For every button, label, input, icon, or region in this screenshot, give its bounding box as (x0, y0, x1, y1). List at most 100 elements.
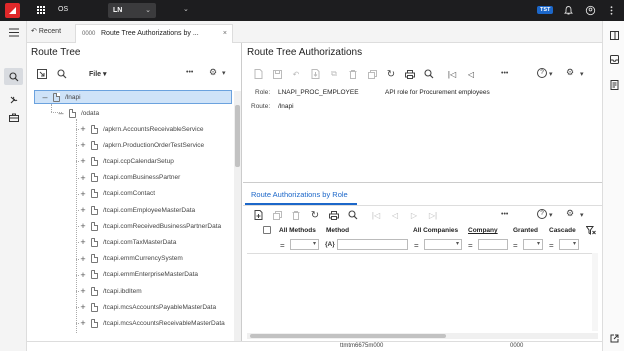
caret-down-icon[interactable]: ▾ (580, 211, 584, 219)
collapse-icon[interactable]: – (40, 92, 50, 102)
collapse-icon[interactable]: – (56, 108, 66, 118)
refresh-icon[interactable]: ↻ (308, 208, 322, 222)
expand-icon[interactable]: + (78, 124, 88, 134)
expand-icon[interactable]: + (78, 189, 88, 199)
bell-icon[interactable] (563, 5, 574, 16)
expand-icon[interactable]: + (78, 173, 88, 183)
column-header-all-methods[interactable]: All Methods (279, 227, 316, 234)
tools-icon[interactable] (7, 93, 20, 106)
tree-node[interactable]: + /tcapi.ccpCalendarSetup (78, 154, 173, 168)
column-header-all-companies[interactable]: All Companies (413, 227, 458, 234)
caret-down-icon[interactable]: ▾ (549, 211, 553, 219)
expand-tree-icon[interactable] (35, 67, 49, 81)
tree-node[interactable]: + /apkrn.ProductionOrderTestService (78, 138, 204, 152)
search-icon[interactable] (346, 208, 360, 222)
more-vertical-icon[interactable] (606, 5, 617, 16)
tree-node[interactable]: + /tcapi.emmCurrencySystem (78, 252, 182, 266)
close-icon[interactable]: × (223, 30, 227, 37)
company-filter-input[interactable] (478, 239, 508, 250)
file-menu-button[interactable]: File ▾ (89, 70, 107, 78)
recent-tab[interactable]: ↶ Recent (31, 27, 61, 35)
tree-node[interactable]: + /tcapi.mcsAccountsPayableMasterData (78, 300, 216, 314)
undo-icon[interactable]: ↶ (289, 67, 303, 81)
briefcase-icon[interactable] (7, 111, 20, 124)
scrollbar-thumb[interactable] (235, 105, 240, 167)
caret-down-icon[interactable]: ▾ (580, 70, 584, 78)
column-header-method[interactable]: Method (326, 227, 349, 234)
settings-icon[interactable]: ⚙ (209, 67, 217, 78)
new-row-icon[interactable] (251, 208, 265, 222)
help-icon[interactable]: ? (537, 209, 547, 219)
first-record-icon[interactable]: |◁ (445, 67, 459, 81)
expand-icon[interactable]: + (78, 140, 88, 150)
overflow-menu-icon[interactable]: ••• (186, 69, 193, 76)
tree-node[interactable]: + /tcapi.ibdItem (78, 284, 141, 298)
column-header-granted[interactable]: Granted (513, 227, 538, 234)
search-icon[interactable] (422, 67, 436, 81)
user-profile-icon[interactable] (585, 5, 596, 16)
overflow-menu-icon[interactable]: ••• (501, 211, 508, 218)
company-filter-operator[interactable]: = (468, 241, 473, 250)
tree-node[interactable]: + /tcapi.mcsAccountsReceivableMasterData (78, 316, 224, 330)
last-page-icon[interactable]: ▷| (426, 208, 440, 222)
all-companies-filter-operator[interactable]: = (414, 241, 419, 250)
expand-icon[interactable]: + (78, 221, 88, 231)
os-app-label[interactable]: OS (58, 6, 68, 13)
help-icon[interactable]: ? (537, 68, 547, 78)
caret-down-icon[interactable]: ▾ (549, 70, 553, 78)
delete-icon[interactable] (346, 67, 360, 81)
delete-icon[interactable] (289, 208, 303, 222)
granted-filter-operator[interactable]: = (513, 241, 518, 250)
duplicate-icon[interactable] (270, 208, 284, 222)
previous-record-icon[interactable]: ◁ (464, 67, 478, 81)
expand-icon[interactable]: + (78, 302, 88, 312)
module-switcher-button[interactable]: LN ⌄ (108, 3, 156, 18)
tree-node-odata[interactable]: – /odata (56, 106, 99, 120)
print-icon[interactable] (403, 67, 417, 81)
tree-node[interactable]: + /tcapi.comTaxMasterData (78, 235, 176, 249)
settings-icon[interactable]: ⚙ (566, 208, 574, 219)
expand-icon[interactable]: + (78, 286, 88, 296)
tree-node[interactable]: + /tcapi.emmEnterpriseMasterData (78, 268, 198, 282)
hamburger-menu-icon[interactable] (7, 26, 20, 39)
grid-vertical-scrollbar[interactable] (592, 253, 598, 331)
refresh-icon[interactable]: ↻ (384, 67, 398, 81)
expand-icon[interactable]: + (78, 270, 88, 280)
column-header-company[interactable]: Company (468, 227, 498, 234)
column-header-cascade[interactable]: Cascade (549, 227, 576, 234)
infor-logo[interactable] (5, 3, 20, 18)
inbox-icon[interactable] (608, 53, 621, 66)
external-link-icon[interactable] (608, 332, 621, 345)
select-all-checkbox[interactable] (263, 226, 271, 234)
expand-icon[interactable]: + (78, 205, 88, 215)
search-icon[interactable] (55, 67, 69, 81)
expand-icon[interactable]: + (78, 318, 88, 328)
tab-route-authorizations-by-role[interactable]: Route Authorizations by Role (251, 190, 348, 199)
tree-vertical-scrollbar[interactable] (234, 91, 241, 341)
expand-icon[interactable]: + (78, 156, 88, 166)
caret-down-icon[interactable]: ▾ (222, 69, 226, 77)
duplicate-icon[interactable] (365, 67, 379, 81)
copy-icon[interactable]: ⧉ (327, 67, 341, 81)
app-grid-icon[interactable] (37, 6, 46, 15)
grid-horizontal-scrollbar[interactable] (247, 333, 598, 339)
settings-icon[interactable]: ⚙ (566, 67, 574, 78)
tree-node[interactable]: + /tcapi.comBusinessPartner (78, 171, 180, 185)
clear-filter-icon[interactable] (585, 226, 596, 237)
expand-icon[interactable]: + (78, 237, 88, 247)
print-icon[interactable] (327, 208, 341, 222)
document-list-icon[interactable] (608, 78, 621, 91)
tab-route-tree-authorizations[interactable]: 0000 Route Tree Authorizations by ... × (75, 24, 233, 43)
first-page-icon[interactable]: |◁ (369, 208, 383, 222)
save-icon[interactable] (270, 67, 284, 81)
tree-node[interactable]: + /tcapi.comReceivedBusinessPartnerData (78, 219, 221, 233)
cascade-filter-operator[interactable]: = (549, 241, 554, 250)
next-page-icon[interactable]: ▷ (407, 208, 421, 222)
method-filter-input[interactable] (337, 239, 408, 250)
method-filter-type-icon[interactable]: {A} (325, 241, 335, 248)
granted-filter-dropdown[interactable]: ▾ (523, 239, 543, 250)
expand-icon[interactable]: + (78, 254, 88, 264)
tree-node[interactable]: + /tcapi.comEmployeeMasterData (78, 203, 195, 217)
export-icon[interactable] (308, 67, 322, 81)
tree-node-root[interactable]: – /lnapi (40, 90, 80, 104)
